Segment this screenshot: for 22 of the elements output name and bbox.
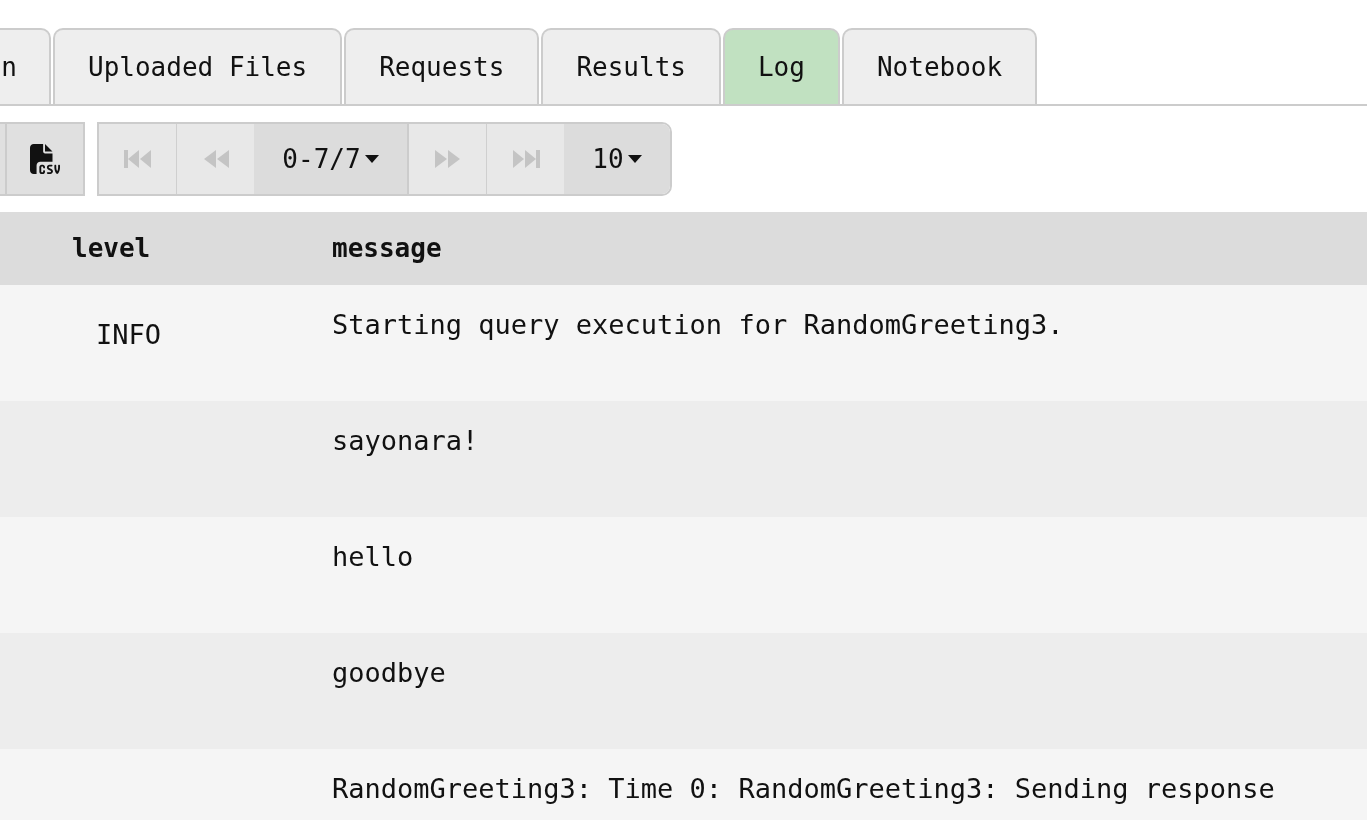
column-header: level	[71, 232, 152, 265]
table-cell: hello	[332, 541, 414, 572]
tab[interactable]: Uploaded Files	[53, 28, 343, 104]
page-range-dropdown[interactable]: 0-7/7	[254, 124, 409, 194]
tab[interactable]: Log	[722, 28, 840, 104]
column-header: message	[331, 232, 442, 265]
tab[interactable]: n	[0, 28, 51, 104]
next-page-icon	[433, 148, 462, 170]
tab[interactable]: Results	[541, 28, 721, 104]
page-size-dropdown[interactable]: 10	[564, 124, 670, 194]
table-cell: goodbye	[332, 657, 446, 688]
tab[interactable]: Notebook	[841, 28, 1038, 104]
table-cell: Starting query execution for RandomGreeting3.	[332, 309, 1064, 340]
tab[interactable]: Requests	[344, 28, 540, 104]
first-page-icon	[122, 148, 153, 170]
table-cell: RandomGreeting3: Time 0: RandomGreeting3: Sending response	[332, 773, 1275, 804]
table-cell: INFO	[96, 319, 162, 350]
csv-file-icon	[30, 144, 60, 174]
last-page-icon	[510, 148, 541, 170]
caret-icon	[364, 155, 379, 163]
table-cell: sayonara!	[332, 425, 479, 456]
caret-icon	[627, 155, 642, 163]
